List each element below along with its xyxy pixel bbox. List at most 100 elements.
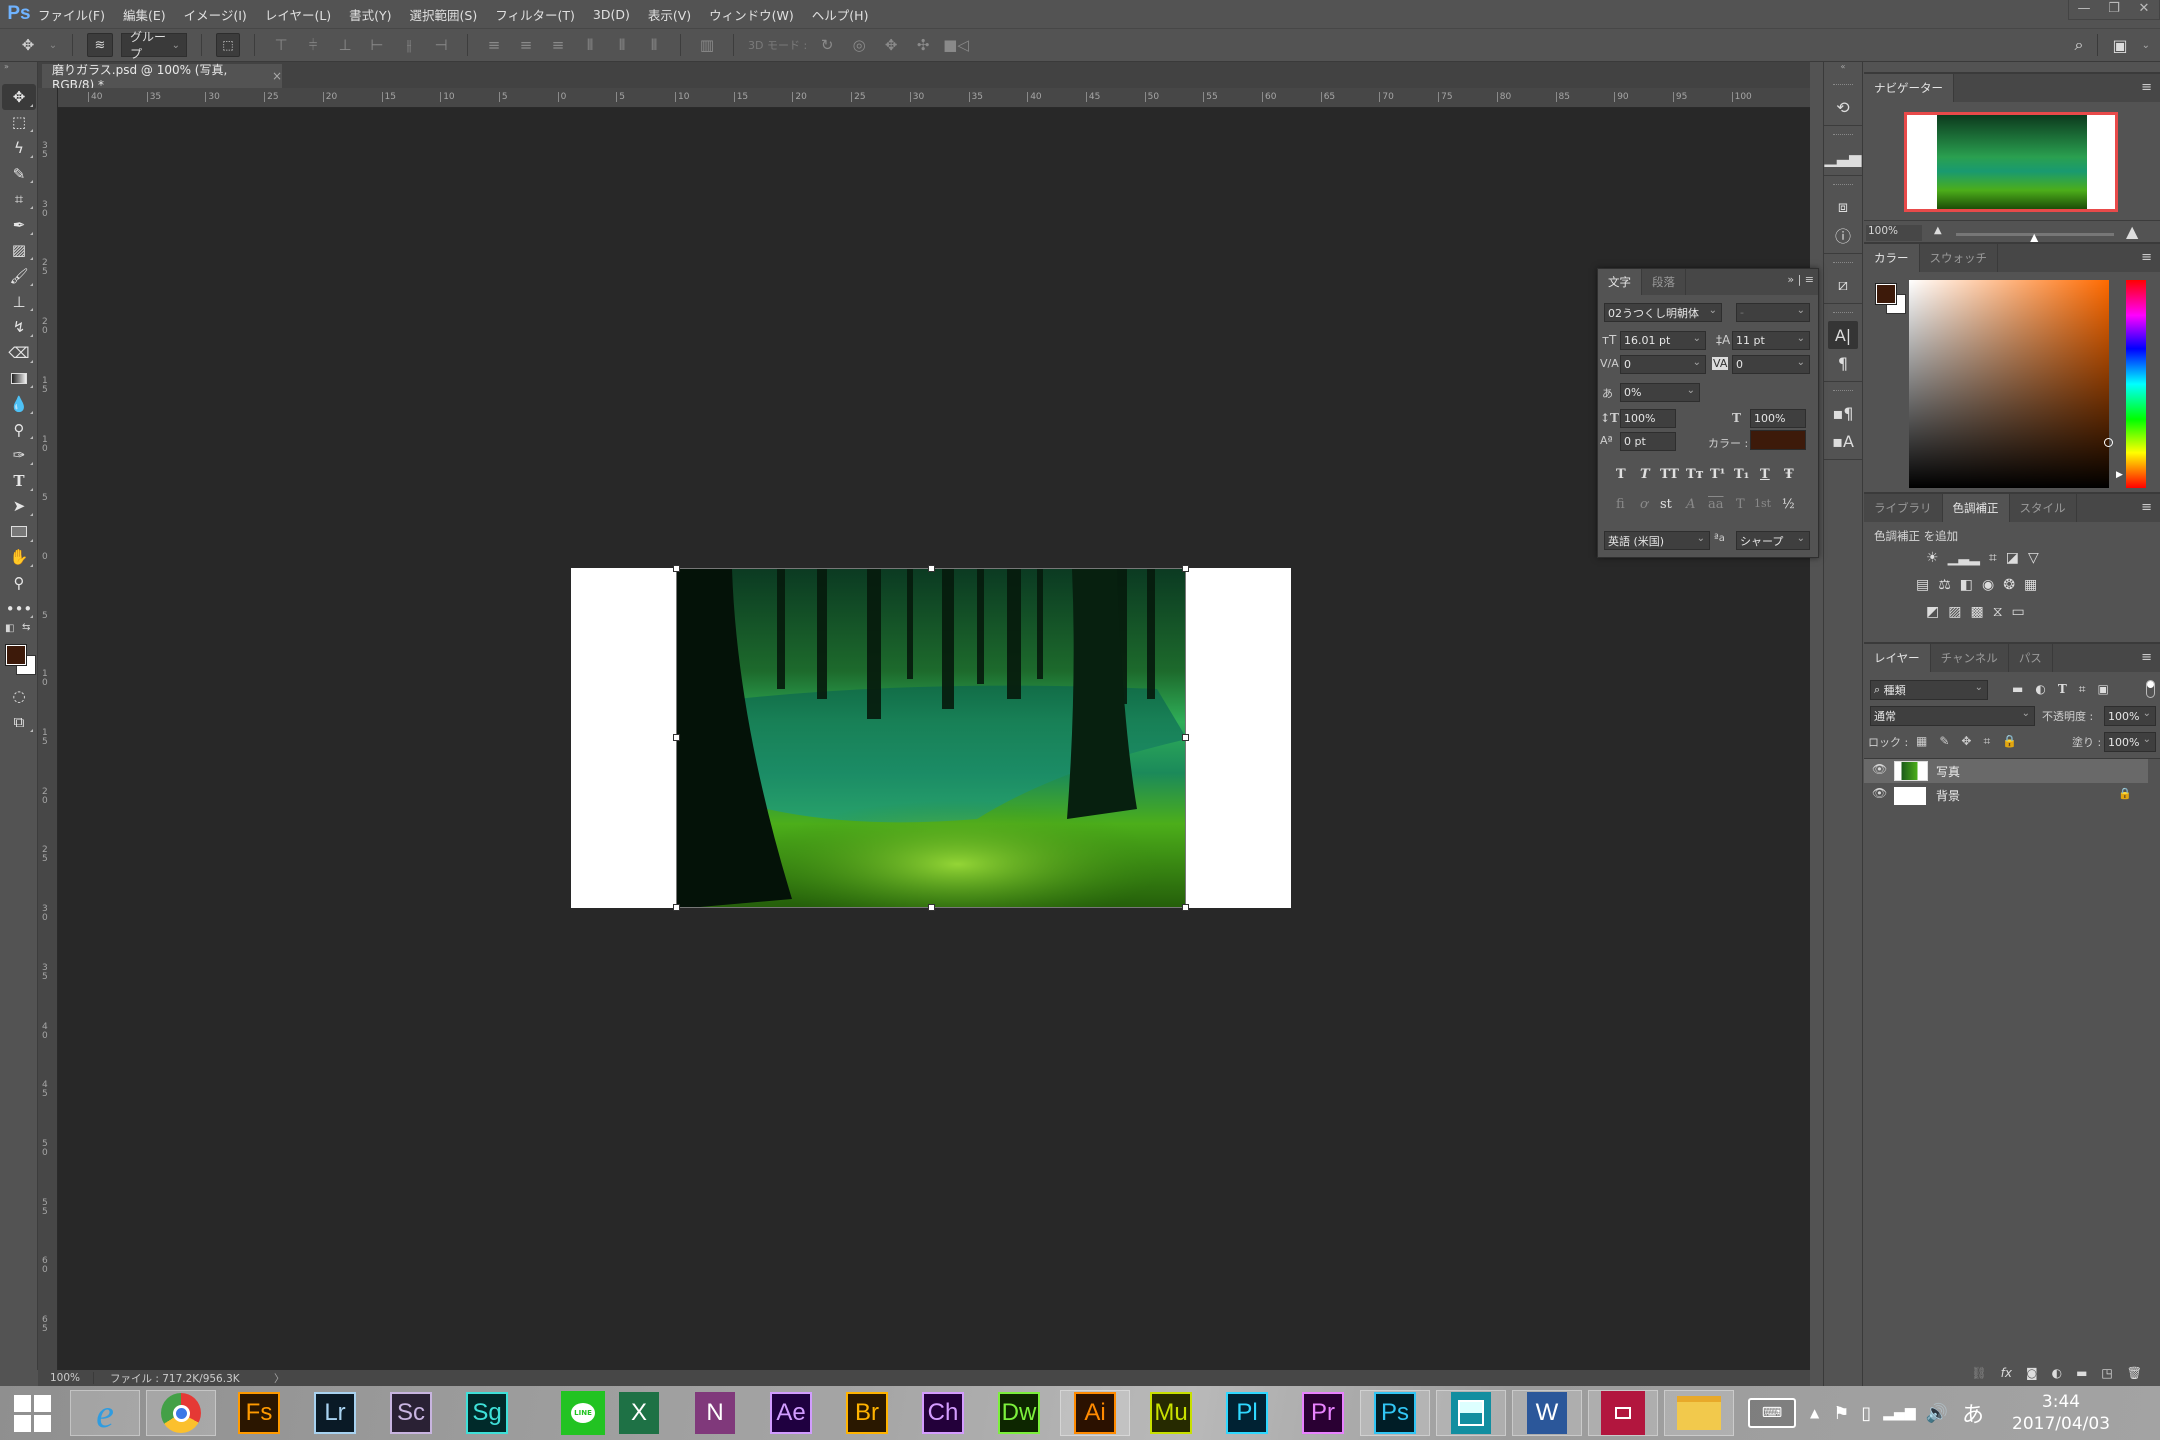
- gradient-tool[interactable]: [2, 366, 36, 392]
- brush-tool[interactable]: 🖌: [2, 263, 36, 289]
- superscript-button[interactable]: T¹: [1710, 467, 1725, 482]
- gradient-map-icon[interactable]: ▭: [2012, 604, 2025, 620]
- auto-select-toggle[interactable]: ≋: [87, 33, 113, 57]
- transform-handle-tl[interactable]: [673, 565, 680, 572]
- panel-menu-icon[interactable]: » | ≡: [1787, 273, 1814, 286]
- menu-view[interactable]: 表示(V): [648, 5, 691, 24]
- blur-tool[interactable]: 💧: [2, 391, 36, 417]
- menu-type[interactable]: 書式(Y): [349, 5, 391, 24]
- move-tool[interactable]: ✥: [2, 84, 36, 110]
- taskbar-adobe-sc[interactable]: Sc: [376, 1390, 446, 1436]
- align-top-icon[interactable]: ⊤: [269, 36, 293, 54]
- taskbar-adobe-fs[interactable]: Fs: [224, 1390, 294, 1436]
- font-family-select[interactable]: 02うつくし明朝体 ⌄: [1604, 303, 1722, 322]
- lasso-tool[interactable]: ϟ: [2, 135, 36, 161]
- volume-icon[interactable]: 🔊: [1926, 1403, 1948, 1424]
- move-tool-preset-icon[interactable]: ✥: [16, 36, 40, 54]
- taskbar-adobe-ai[interactable]: Ai: [1060, 1390, 1130, 1436]
- new-layer-icon[interactable]: ◳: [2101, 1366, 2112, 1380]
- status-menu-arrow[interactable]: 〉: [264, 1371, 285, 1386]
- panel-menu-icon[interactable]: ≡: [2141, 650, 2152, 665]
- 3d-slide-icon[interactable]: ✣: [911, 36, 935, 54]
- distribute-bottom-icon[interactable]: ≡: [546, 36, 570, 54]
- close-document-button[interactable]: ×: [272, 69, 282, 83]
- pen-tool[interactable]: ✑: [2, 442, 36, 468]
- layer-filter-kind-select[interactable]: ⌕ 種類 ⌄: [1870, 680, 1988, 700]
- old-style-button[interactable]: ơ: [1640, 497, 1648, 512]
- antialias-select[interactable]: シャープ ⌄: [1736, 531, 1810, 550]
- ligatures-button[interactable]: fi: [1616, 497, 1625, 512]
- lock-image-icon[interactable]: ✎: [1939, 734, 1949, 749]
- info-panel-icon[interactable]: ⓘ: [1824, 221, 1862, 249]
- baseline-shift-field[interactable]: 0 pt: [1620, 432, 1676, 451]
- tab-color[interactable]: カラー: [1864, 244, 1920, 272]
- fx-icon[interactable]: fx: [2001, 1366, 2012, 1380]
- navigator-preview-frame[interactable]: [1904, 112, 2118, 212]
- exposure-icon[interactable]: ◪: [2006, 550, 2019, 566]
- filter-pixel-icon[interactable]: ▬: [2012, 682, 2023, 697]
- channel-mixer-icon[interactable]: ❂: [2003, 577, 2015, 593]
- document-tab[interactable]: 磨りガラス.psd @ 100% (写真, RGB/8) * ×: [42, 63, 282, 92]
- stylistic-alternates-button[interactable]: aa: [1708, 497, 1724, 512]
- align-bottom-icon[interactable]: ⊥: [333, 36, 357, 54]
- clock[interactable]: 3:44 2017/04/03: [2012, 1391, 2110, 1435]
- hue-saturation-icon[interactable]: ▤: [1916, 577, 1929, 593]
- distribute-top-icon[interactable]: ≡: [482, 36, 506, 54]
- vertical-ruler[interactable]: 3 5 3 0 2 5 2 0 1 5 1 0 5 0 5 1 0 1 5 2 0 2 5 3 0 3 5 4…: [38, 88, 58, 1370]
- quick-select-tool[interactable]: ✎: [2, 161, 36, 187]
- collapse-dock-icon[interactable]: «: [1824, 62, 1862, 76]
- taskbar-word[interactable]: W: [1512, 1390, 1582, 1436]
- blend-mode-select[interactable]: 通常 ⌄: [1870, 706, 2035, 726]
- history-panel-icon[interactable]: ⟲: [1824, 93, 1862, 121]
- taskbar-adobe-sg[interactable]: Sg: [452, 1390, 522, 1436]
- paragraph-panel-icon[interactable]: ¶: [1824, 349, 1862, 377]
- opacity-field[interactable]: 100% ⌄: [2104, 706, 2156, 726]
- curves-icon[interactable]: ⌗: [1989, 550, 1997, 566]
- color-lookup-icon[interactable]: ▦: [2024, 577, 2037, 593]
- eyedropper-tool[interactable]: ✒: [2, 212, 36, 238]
- hand-tool[interactable]: ✋: [2, 545, 36, 571]
- font-size-field[interactable]: 16.01 pt ⌄: [1620, 331, 1706, 350]
- distribute-vcenter-icon[interactable]: ≡: [514, 36, 538, 54]
- 3d-pan-icon[interactable]: ✥: [879, 36, 903, 54]
- restore-button[interactable]: ❐: [2099, 0, 2129, 19]
- taskbar-screen-recorder[interactable]: [1588, 1390, 1658, 1436]
- zoom-in-icon[interactable]: ▲: [2126, 222, 2138, 241]
- transform-handle-tr[interactable]: [1182, 565, 1189, 572]
- brush-settings-panel-icon[interactable]: ⧄: [1824, 271, 1862, 299]
- language-select[interactable]: 英語 (米国) ⌄: [1604, 531, 1710, 550]
- tracking-field[interactable]: 0 ⌄: [1732, 355, 1810, 374]
- black-white-icon[interactable]: ◧: [1960, 577, 1973, 593]
- small-caps-button[interactable]: Tт: [1686, 467, 1704, 482]
- panel-menu-icon[interactable]: ≡: [2141, 500, 2152, 515]
- tab-libraries[interactable]: ライブラリ: [1864, 494, 1943, 522]
- lock-all-icon[interactable]: 🔒: [2002, 734, 2017, 749]
- all-caps-button[interactable]: TT: [1660, 467, 1679, 482]
- menu-filter[interactable]: フィルター(T): [495, 5, 575, 24]
- text-color-swatch[interactable]: [1750, 430, 1806, 450]
- tab-swatches[interactable]: スウォッチ: [1920, 244, 1998, 272]
- quick-mask-button[interactable]: ◌: [2, 683, 36, 709]
- edit-toolbar[interactable]: •••: [2, 596, 36, 622]
- marquee-tool[interactable]: ⬚: [2, 110, 36, 136]
- healing-brush-tool[interactable]: ▨: [2, 238, 36, 264]
- taskbar-adobe-mu[interactable]: Mu: [1136, 1390, 1206, 1436]
- filter-shape-icon[interactable]: ⌗: [2079, 682, 2086, 697]
- transform-handle-t[interactable]: [928, 565, 935, 572]
- new-adjustment-layer-icon[interactable]: ◐: [2052, 1366, 2062, 1380]
- taskbar-adobe-br[interactable]: Br: [832, 1390, 902, 1436]
- tab-channels[interactable]: チャンネル: [1931, 644, 2009, 672]
- threshold-icon[interactable]: ▩: [1970, 604, 1983, 620]
- eraser-tool[interactable]: ⌫: [2, 340, 36, 366]
- menu-edit[interactable]: 編集(E): [123, 5, 166, 24]
- network-signal-icon[interactable]: ▂▄▆: [1883, 1405, 1915, 1421]
- posterize-icon[interactable]: ▨: [1948, 604, 1961, 620]
- swap-colors-icon[interactable]: ⇆: [22, 622, 30, 633]
- layer-row-photo[interactable]: 👁 写真: [1864, 759, 2148, 783]
- close-button[interactable]: ✕: [2129, 0, 2159, 19]
- ime-indicator[interactable]: あ: [1962, 1397, 1984, 1429]
- align-left-icon[interactable]: ⊢: [365, 36, 389, 54]
- minimize-button[interactable]: —: [2069, 0, 2099, 19]
- panel-menu-icon[interactable]: ≡: [2141, 80, 2152, 95]
- hue-slider[interactable]: [2126, 280, 2146, 488]
